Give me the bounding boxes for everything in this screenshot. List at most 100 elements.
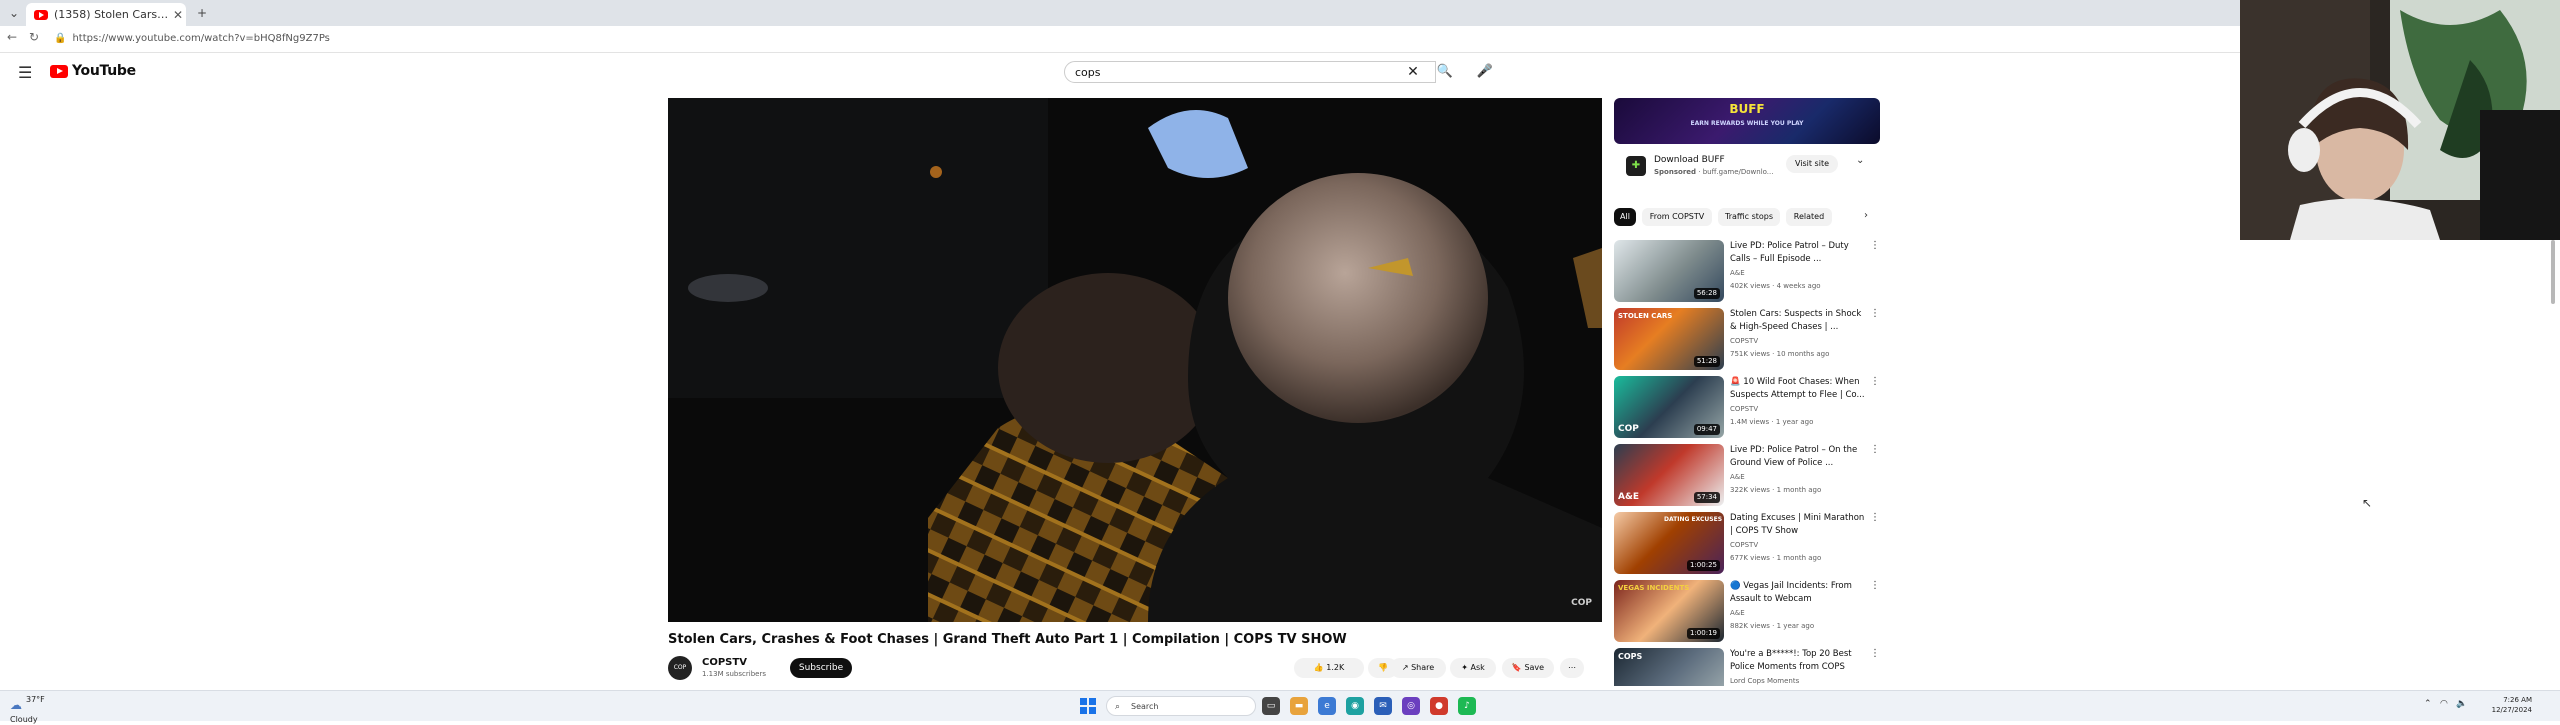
url-text: https://www.youtube.com/watch?v=bHQ8fNg9…	[72, 33, 330, 44]
mail-app-icon[interactable]: ✉	[1374, 697, 1392, 715]
chevron-down-icon[interactable]: ⌄	[1856, 155, 1864, 166]
chip-all[interactable]: All	[1614, 208, 1636, 226]
more-options-icon[interactable]: ⋮	[1870, 648, 1880, 659]
recommendation-title[interactable]: Stolen Cars: Suspects in Shock & High-Sp…	[1730, 308, 1866, 334]
video-thumbnail[interactable]: COP 09:47	[1614, 376, 1724, 438]
taskbar-search[interactable]: ⌕ Search	[1106, 696, 1256, 716]
recommendation-views: 322K views · 1 month ago	[1730, 486, 1822, 494]
like-button[interactable]: 👍 1.2K	[1294, 658, 1364, 678]
recommendation-title[interactable]: 🔵 Vegas Jail Incidents: From Assault to …	[1730, 580, 1866, 606]
ask-icon: ✦	[1461, 663, 1468, 672]
recommendation-title[interactable]: Dating Excuses | Mini Marathon | COPS TV…	[1730, 512, 1866, 538]
edge-browser-icon[interactable]: e	[1318, 697, 1336, 715]
duration-badge: 1:00:25	[1687, 560, 1720, 571]
thumbnail-text: A&E	[1618, 492, 1639, 502]
youtube-header: ☰ YouTube cops ✕ 🔍 🎤	[0, 52, 2240, 92]
ad-banner-image[interactable]: BUFF EARN REWARDS WHILE YOU PLAY	[1614, 98, 1880, 144]
recommendation-title[interactable]: Live PD: Police Patrol – Duty Calls – Fu…	[1730, 240, 1866, 266]
list-item[interactable]: 56:28 Live PD: Police Patrol – Duty Call…	[1614, 240, 1880, 304]
tab-close-icon[interactable]: ✕	[170, 8, 186, 22]
discord-app-icon[interactable]: ◎	[1402, 697, 1420, 715]
tab-list-icon[interactable]: ⌄	[4, 4, 24, 22]
tray-chevron-icon[interactable]: ⌃	[2424, 699, 2432, 709]
video-thumbnail[interactable]: VEGAS INCIDENTS 1:00:19	[1614, 580, 1724, 642]
recommendation-title[interactable]: You're a B*****!: Top 20 Best Police Mom…	[1730, 648, 1866, 674]
media-app-icon[interactable]: ●	[1430, 697, 1448, 715]
task-view-icon[interactable]: ▭	[1262, 697, 1280, 715]
list-item[interactable]: A&E 57:34 Live PD: Police Patrol – On th…	[1614, 444, 1880, 508]
visit-site-button[interactable]: Visit site	[1786, 155, 1838, 173]
more-options-icon[interactable]: ⋮	[1870, 444, 1880, 455]
search-input[interactable]: cops	[1064, 61, 1436, 83]
chip-traffic-stops[interactable]: Traffic stops	[1718, 208, 1780, 226]
browser-tab-bar: ⌄ (1358) Stolen Cars, Crashes & Foot Cha…	[0, 0, 2240, 26]
ad-sponsored-label: Sponsored	[1654, 168, 1697, 176]
video-thumbnail[interactable]: 56:28	[1614, 240, 1724, 302]
channel-row: COP COPSTV 1.13M subscribers Subscribe 👍…	[668, 654, 1602, 682]
more-options-icon[interactable]: ⋮	[1870, 308, 1880, 319]
channel-avatar[interactable]: COP	[668, 656, 692, 680]
recommendation-channel: A&E	[1730, 269, 1745, 277]
buff-app-icon: ✚	[1626, 156, 1646, 176]
more-options-icon[interactable]: ⋮	[1870, 580, 1880, 591]
youtube-logo[interactable]: YouTube	[50, 63, 136, 79]
weather-widget[interactable]: ☁ 37°F Cloudy	[10, 695, 45, 725]
webcam-image	[2240, 0, 2560, 240]
hamburger-menu-icon[interactable]: ☰	[18, 63, 32, 82]
reload-icon[interactable]: ↻	[26, 30, 42, 44]
recommendation-title[interactable]: Live PD: Police Patrol – On the Ground V…	[1730, 444, 1866, 470]
video-player[interactable]: COP	[668, 98, 1602, 622]
list-item[interactable]: VEGAS INCIDENTS 1:00:19 🔵 Vegas Jail Inc…	[1614, 580, 1880, 644]
list-item[interactable]: STOLEN CARS 51:28 Stolen Cars: Suspects …	[1614, 308, 1880, 372]
chip-related[interactable]: Related	[1786, 208, 1832, 226]
spotify-app-icon[interactable]: ♪	[1458, 697, 1476, 715]
volume-icon[interactable]: 🔈	[2456, 699, 2467, 709]
video-thumbnail[interactable]: COPS	[1614, 648, 1724, 686]
video-thumbnail[interactable]: A&E 57:34	[1614, 444, 1724, 506]
taskbar-search-label: Search	[1131, 702, 1159, 711]
recommendation-title[interactable]: 🚨 10 Wild Foot Chases: When Suspects Att…	[1730, 376, 1866, 402]
file-explorer-icon[interactable]: ▬	[1290, 697, 1308, 715]
clear-search-icon[interactable]: ✕	[1400, 61, 1426, 83]
scrollbar-thumb[interactable]	[2551, 240, 2555, 304]
video-thumbnail[interactable]: DATING EXCUSES 1:00:25	[1614, 512, 1724, 574]
back-icon[interactable]: ←	[4, 30, 20, 44]
more-options-icon[interactable]: ⋮	[1870, 512, 1880, 523]
page-scrollbar[interactable]	[2548, 240, 2558, 680]
ad-title[interactable]: Download BUFF	[1654, 155, 1725, 165]
thumbnail-text: DATING EXCUSES	[1664, 516, 1723, 523]
system-clock[interactable]: 7:26 AM 12/27/2024	[2472, 695, 2532, 715]
clock-date: 12/27/2024	[2491, 706, 2532, 714]
dislike-icon: 👎	[1378, 663, 1388, 672]
list-item[interactable]: COPS You're a B*****!: Top 20 Best Polic…	[1614, 648, 1880, 686]
more-options-icon[interactable]: ⋮	[1870, 240, 1880, 251]
list-item[interactable]: DATING EXCUSES 1:00:25 Dating Excuses | …	[1614, 512, 1880, 576]
share-button[interactable]: ↗ Share	[1390, 658, 1446, 678]
video-thumbnail[interactable]: STOLEN CARS 51:28	[1614, 308, 1724, 370]
recommendation-views: 882K views · 1 year ago	[1730, 622, 1815, 630]
browser-tab-youtube[interactable]: (1358) Stolen Cars, Crashes & Foot Chase…	[26, 3, 186, 26]
wifi-icon[interactable]: ◠	[2440, 699, 2448, 709]
save-button[interactable]: 🔖 Save	[1502, 658, 1554, 678]
ask-button[interactable]: ✦ Ask	[1450, 658, 1496, 678]
recommendation-views: 751K views · 10 months ago	[1730, 350, 1830, 358]
search-icon[interactable]: 🔍	[1430, 61, 1460, 83]
ad-meta: Sponsored · buff.game/Downlo...	[1654, 168, 1774, 176]
duration-badge: 1:00:19	[1687, 628, 1720, 639]
url-field[interactable]: 🔒 https://www.youtube.com/watch?v=bHQ8fN…	[54, 30, 2214, 48]
microphone-icon[interactable]: 🎤	[1474, 61, 1496, 83]
chip-from-copstv[interactable]: From COPSTV	[1642, 208, 1712, 226]
new-tab-button[interactable]: +	[192, 4, 212, 22]
thumbnail-text: VEGAS INCIDENTS	[1618, 584, 1690, 592]
chrome-browser-icon[interactable]: ◉	[1346, 697, 1364, 715]
tab-title: (1358) Stolen Cars, Crashes & Foot Chase…	[54, 8, 170, 21]
chevron-right-icon[interactable]: ›	[1864, 210, 1868, 221]
list-item[interactable]: COP 09:47 🚨 10 Wild Foot Chases: When Su…	[1614, 376, 1880, 440]
channel-name[interactable]: COPSTV	[702, 657, 747, 668]
recommendation-channel: A&E	[1730, 609, 1745, 617]
more-options-icon[interactable]: ⋮	[1870, 376, 1880, 387]
filter-chips: All From COPSTV Traffic stops Related ›	[1614, 208, 1880, 228]
windows-start-icon[interactable]	[1080, 698, 1096, 714]
more-actions-button[interactable]: ⋯	[1560, 658, 1584, 678]
subscribe-button[interactable]: Subscribe	[790, 658, 852, 678]
